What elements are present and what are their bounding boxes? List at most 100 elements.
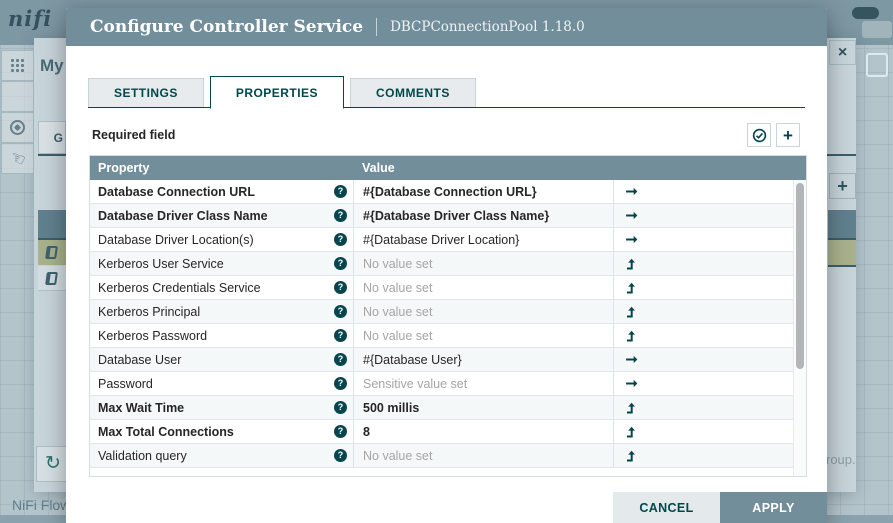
property-value-cell[interactable]: Sensitive value set (353, 372, 613, 395)
convert-to-parameter-icon[interactable] (625, 330, 637, 342)
refresh-button: ↻ (36, 446, 70, 482)
cancel-button[interactable]: CANCEL (613, 492, 720, 523)
dialog-title: Configure Controller Service (90, 17, 363, 37)
property-value-cell[interactable]: 500 millis (353, 396, 613, 419)
property-row: Max Total Connections?8 (90, 420, 794, 444)
property-value: No value set (363, 449, 432, 463)
toolbar-pan-button: ☜ (1, 143, 34, 174)
property-value-cell[interactable]: #{Database Driver Class Name} (353, 204, 613, 227)
property-name: Kerberos Credentials Service (98, 281, 334, 295)
add-property-button[interactable]: + (776, 123, 800, 147)
property-name-cell: Database User? (90, 348, 353, 371)
property-value-cell[interactable]: No value set (353, 300, 613, 323)
goto-parameter-icon[interactable] (625, 353, 638, 366)
background-row (38, 266, 66, 291)
background-tab-underline (822, 154, 856, 156)
background-dialog-title: My (40, 56, 64, 76)
toolbar-button (1, 81, 34, 112)
dialog-titlebar: Configure Controller Service DBCPConnect… (66, 8, 827, 46)
help-icon[interactable]: ? (334, 353, 347, 366)
convert-to-parameter-icon[interactable] (625, 402, 637, 414)
goto-parameter-icon[interactable] (625, 233, 638, 246)
compass-icon (10, 120, 25, 135)
property-name: Kerberos Principal (98, 305, 334, 319)
goto-parameter-icon[interactable] (625, 377, 638, 390)
property-value: No value set (363, 281, 432, 295)
label-icon (866, 53, 888, 77)
help-icon[interactable]: ? (334, 257, 347, 270)
property-rows: Database Connection URL?#{Database Conne… (90, 180, 794, 477)
background-table-header (38, 210, 66, 239)
help-icon[interactable]: ? (334, 329, 347, 342)
background-dialog-tab: G (38, 121, 66, 154)
background-message-fragment: roup. (826, 452, 856, 467)
property-row: Kerberos Principal? No value set (90, 300, 794, 324)
property-row: Database Connection URL?#{Database Conne… (90, 180, 794, 204)
verify-properties-button[interactable] (747, 123, 771, 147)
convert-to-parameter-icon[interactable] (625, 282, 637, 294)
tab-settings[interactable]: SETTINGS (88, 78, 204, 108)
property-value: 500 millis (363, 401, 419, 415)
toolbar-navigate-button (1, 112, 34, 143)
parameter-arrow-cell (613, 420, 794, 443)
tab-bar: SETTINGSPROPERTIESCOMMENTS (88, 75, 805, 108)
property-name: Kerberos User Service (98, 257, 334, 271)
goto-parameter-icon[interactable] (625, 185, 638, 198)
help-icon[interactable]: ? (334, 233, 347, 246)
parameter-arrow-cell (613, 324, 794, 347)
property-value: Sensitive value set (363, 377, 467, 391)
property-name-cell: Database Driver Location(s)? (90, 228, 353, 251)
parameter-arrow-cell (613, 228, 794, 251)
parameter-arrow-cell (613, 204, 794, 227)
help-icon[interactable]: ? (334, 425, 347, 438)
parameter-arrow-cell (613, 444, 794, 467)
column-header-property: Property (90, 161, 353, 175)
property-value-cell[interactable]: #{Database Driver Location} (353, 228, 613, 251)
help-icon[interactable]: ? (334, 281, 347, 294)
help-icon[interactable]: ? (334, 449, 347, 462)
goto-parameter-icon[interactable] (625, 209, 638, 222)
tab-properties[interactable]: PROPERTIES (210, 76, 344, 109)
background-selected-row (828, 240, 856, 265)
apply-button[interactable]: APPLY (720, 492, 827, 523)
dialog-footer: CANCEL APPLY (613, 492, 827, 523)
scrollbar-thumb[interactable] (796, 183, 804, 369)
help-icon[interactable]: ? (334, 401, 347, 414)
property-value-cell[interactable]: No value set (353, 252, 613, 275)
required-field-label: Required field (92, 128, 175, 142)
help-icon[interactable]: ? (334, 209, 347, 222)
property-name-cell: Kerberos Credentials Service? (90, 276, 353, 299)
property-row: Max Wait Time?500 millis (90, 396, 794, 420)
convert-to-parameter-icon[interactable] (625, 426, 637, 438)
property-value-cell[interactable]: #{Database User} (353, 348, 613, 371)
dialog-subtitle: DBCPConnectionPool 1.18.0 (390, 19, 585, 35)
breadcrumb: NiFi Flow (12, 497, 70, 513)
property-value: No value set (363, 329, 432, 343)
convert-to-parameter-icon[interactable] (625, 450, 637, 462)
help-icon[interactable]: ? (334, 305, 347, 318)
property-row: Kerberos Credentials Service? No value se… (90, 276, 794, 300)
parameter-arrow-cell (613, 276, 794, 299)
property-name-cell: Database Driver Class Name? (90, 204, 353, 227)
property-row: Validation query? No value set (90, 444, 794, 468)
property-value-cell[interactable]: No value set (353, 444, 613, 467)
help-icon[interactable]: ? (334, 185, 347, 198)
property-row: Database Driver Location(s)?#{Database D… (90, 228, 794, 252)
parameter-arrow-cell (613, 252, 794, 275)
table-header: Property Value (90, 156, 806, 180)
book-icon (45, 272, 58, 285)
property-name-cell: Validation query? (90, 444, 353, 467)
column-header-value: Value (353, 161, 613, 175)
property-value: No value set (363, 305, 432, 319)
property-value-cell[interactable]: No value set (353, 324, 613, 347)
property-value: 8 (363, 425, 370, 439)
property-value: #{Database Connection URL} (363, 185, 537, 199)
property-value-cell[interactable]: #{Database Connection URL} (353, 180, 613, 203)
book-icon (45, 246, 58, 259)
tab-comments[interactable]: COMMENTS (350, 78, 476, 108)
property-value-cell[interactable]: 8 (353, 420, 613, 443)
help-icon[interactable]: ? (334, 377, 347, 390)
convert-to-parameter-icon[interactable] (625, 258, 637, 270)
convert-to-parameter-icon[interactable] (625, 306, 637, 318)
property-value-cell[interactable]: No value set (353, 276, 613, 299)
